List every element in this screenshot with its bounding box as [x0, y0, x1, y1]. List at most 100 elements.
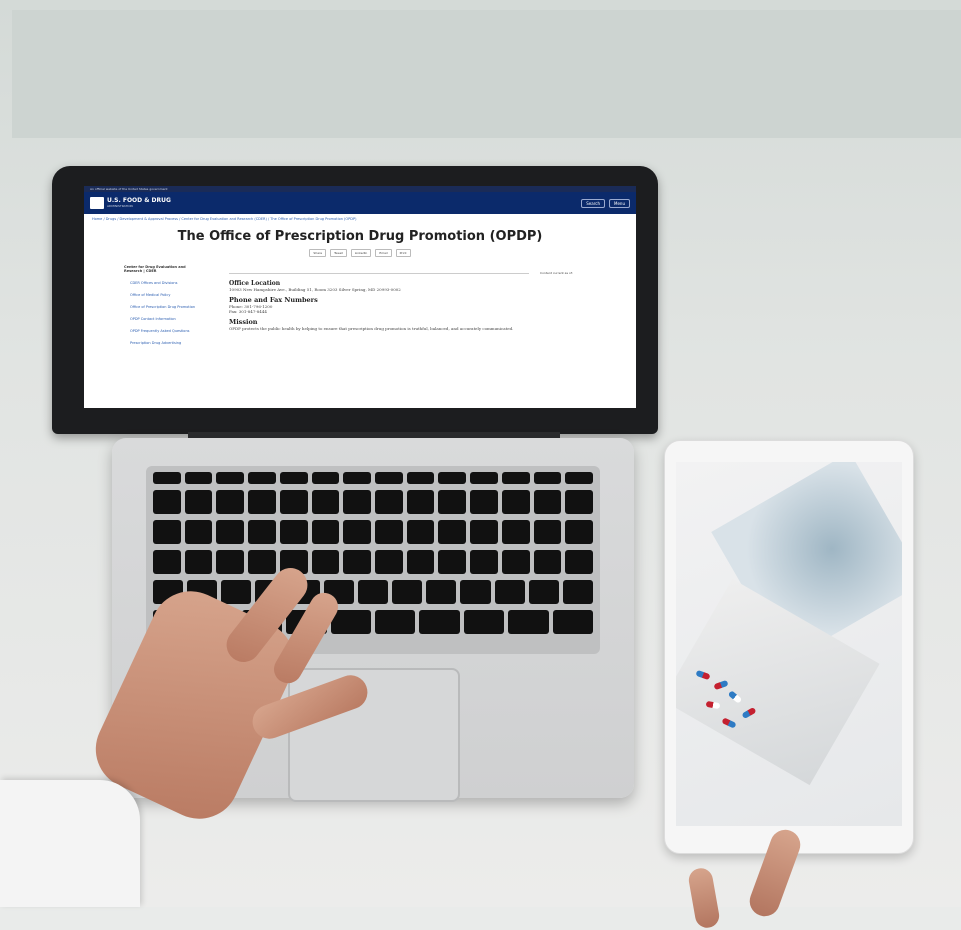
page-title: The Office of Prescription Drug Promotio…: [177, 229, 543, 244]
keyboard-key: [153, 472, 181, 484]
left-nav-item[interactable]: OPDP Frequently Asked Questions: [124, 329, 202, 333]
keyboard-key: [460, 580, 491, 604]
keyboard-key: [565, 550, 593, 574]
share-button[interactable]: Share: [309, 249, 327, 257]
keyboard-key: [311, 472, 340, 484]
keyboard-key: [463, 610, 505, 634]
keyboard-key: [565, 520, 593, 544]
keyboard-key: [501, 472, 530, 484]
tablet-screen: [676, 462, 902, 826]
keyboard-key: [533, 520, 562, 544]
keyboard-key: [216, 520, 245, 544]
keyboard-key: [248, 472, 276, 484]
fda-logo-icon: [90, 197, 104, 209]
left-nav-heading: Center for Drug Evaluation and Research …: [124, 265, 186, 273]
keyboard-key: [501, 550, 530, 574]
keyboard-key: [501, 520, 530, 544]
keyboard-key: [343, 472, 371, 484]
site-header: U.S. FOOD & DRUG ADMINISTRATION Search M…: [84, 192, 636, 214]
search-button[interactable]: Search: [581, 198, 606, 208]
keyboard-key: [406, 550, 435, 574]
left-nav-item[interactable]: Office of Medical Policy: [124, 293, 202, 297]
fax-text: Fax: 301-847-8444: [229, 309, 267, 314]
keyboard-key: [221, 580, 252, 604]
keyboard-key: [375, 472, 403, 484]
left-nav: Center for Drug Evaluation and Research …: [124, 265, 202, 345]
keyboard-key: [216, 490, 245, 514]
left-nav-item[interactable]: Prescription Drug Advertising: [124, 341, 202, 345]
office-location-heading: Office Location: [229, 280, 281, 287]
left-nav-item[interactable]: OPDP Contact Information: [124, 317, 202, 321]
keyboard-key: [438, 520, 467, 544]
keyboard-key: [406, 490, 435, 514]
keyboard-key: [248, 550, 276, 574]
keyboard-key: [438, 550, 467, 574]
keyboard-key: [248, 490, 276, 514]
keyboard-key: [216, 550, 245, 574]
keyboard-key: [153, 490, 181, 514]
keyboard-key: [501, 490, 530, 514]
keyboard-key: [279, 472, 308, 484]
keyboard-key: [426, 580, 457, 604]
keyboard-key: [311, 550, 340, 574]
background-panel: [12, 10, 961, 138]
keyboard-key: [343, 520, 371, 544]
left-nav-item[interactable]: CDER Offices and Divisions: [124, 281, 202, 285]
share-bar: Share Tweet LinkedIn Email Print: [84, 249, 636, 257]
keyboard-key: [343, 490, 371, 514]
tweet-button[interactable]: Tweet: [330, 249, 347, 257]
keyboard-key: [184, 472, 213, 484]
keyboard-key: [494, 580, 525, 604]
keyboard-key: [508, 610, 549, 634]
menu-button[interactable]: Menu: [609, 198, 630, 208]
keyboard-key: [392, 580, 423, 604]
logo-subtitle: ADMINISTRATION: [107, 204, 133, 208]
email-button[interactable]: Email: [375, 249, 392, 257]
keyboard-key: [565, 472, 593, 484]
keyboard-key: [311, 490, 340, 514]
print-button[interactable]: Print: [395, 249, 411, 257]
keyboard-key: [343, 550, 371, 574]
keyboard-key: [533, 472, 562, 484]
phone-heading: Phone and Fax Numbers: [229, 296, 318, 304]
mission-text: OPDP protects the public health by helpi…: [229, 326, 514, 331]
keyboard-key: [184, 550, 213, 574]
keyboard-key: [184, 520, 213, 544]
keyboard-key: [375, 550, 403, 574]
keyboard-key: [184, 490, 213, 514]
keyboard-key: [470, 490, 498, 514]
keyboard-key: [406, 520, 435, 544]
keyboard-key: [153, 550, 181, 574]
keyboard-key: [330, 610, 371, 634]
keyboard-key: [438, 490, 467, 514]
keyboard-key: [565, 490, 593, 514]
keyboard-key: [375, 520, 403, 544]
fda-logo[interactable]: U.S. FOOD & DRUG ADMINISTRATION: [90, 197, 171, 209]
left-nav-item[interactable]: Office of Prescription Drug Promotion: [124, 305, 202, 309]
mission-heading: Mission: [229, 318, 258, 326]
keyboard-key: [419, 610, 460, 634]
shirt-sleeve: [0, 780, 140, 907]
linkedin-button[interactable]: LinkedIn: [350, 249, 372, 257]
keyboard-key: [533, 490, 562, 514]
laptop-screen: An official website of the United States…: [84, 186, 636, 408]
keyboard-key: [470, 472, 498, 484]
main-content: Office Location 10903 New Hampshire Ave.…: [229, 273, 529, 331]
keyboard-key: [470, 550, 498, 574]
keyboard-key: [552, 610, 593, 634]
keyboard-key: [533, 550, 562, 574]
keyboard-key: [357, 580, 389, 604]
keyboard-key: [375, 610, 416, 634]
breadcrumb[interactable]: Home / Drugs / Development & Approval Pr…: [84, 214, 636, 224]
office-location-text: 10903 New Hampshire Ave., Building 51, R…: [229, 287, 401, 292]
keyboard-key: [406, 472, 435, 484]
keyboard-key: [438, 472, 467, 484]
keyboard-key: [279, 520, 308, 544]
keyboard-key: [216, 472, 245, 484]
keyboard-key: [248, 520, 276, 544]
keyboard-key: [528, 580, 559, 604]
keyboard-key: [153, 520, 181, 544]
keyboard-key: [562, 580, 593, 604]
keyboard-key: [375, 490, 403, 514]
keyboard-key: [470, 520, 498, 544]
